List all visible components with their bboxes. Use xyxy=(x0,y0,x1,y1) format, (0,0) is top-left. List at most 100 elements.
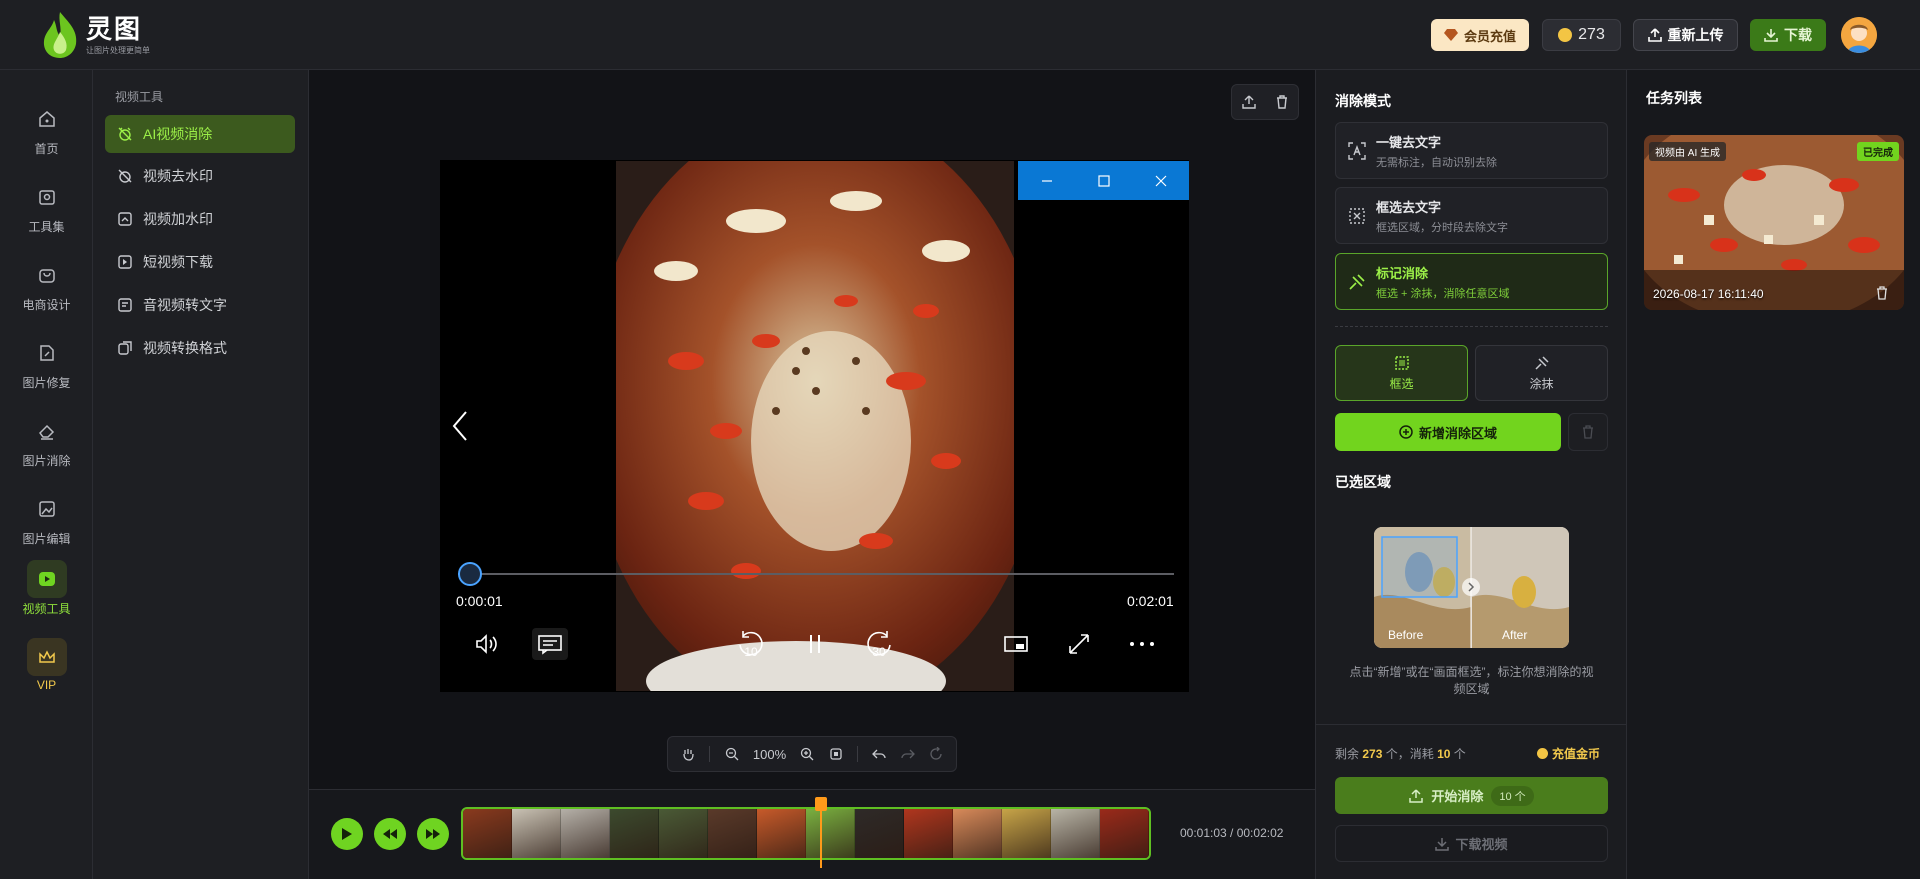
timeline-frame xyxy=(1002,809,1051,858)
coin-usage: 剩余 273 个，消耗 10 个 xyxy=(1335,747,1466,761)
subnav-item-ai-video-erase[interactable]: AI视频消除 xyxy=(105,115,295,153)
playhead-handle[interactable] xyxy=(815,797,827,811)
timeline-frame xyxy=(1051,809,1100,858)
user-avatar[interactable] xyxy=(1841,17,1877,53)
hand-icon[interactable] xyxy=(681,747,695,761)
region-hint: 点击“新增”或在“画面框选”，标注你想消除的视频区域 xyxy=(1349,665,1594,696)
captions-icon[interactable] xyxy=(532,628,568,660)
coin-icon xyxy=(1558,28,1573,42)
toolbox-icon xyxy=(27,178,67,216)
status-badge: 已完成 xyxy=(1857,142,1899,161)
cost-pill: 10 个 xyxy=(1491,785,1534,806)
task-thumbnail xyxy=(1644,135,1904,310)
seek-handle[interactable] xyxy=(457,562,482,586)
timeline-strip[interactable] xyxy=(461,807,1151,860)
rewind-button[interactable] xyxy=(374,818,406,850)
recharge-coins-link[interactable]: 充值金币 xyxy=(1537,745,1600,762)
vip-recharge-button[interactable]: 会员充值 xyxy=(1431,19,1529,51)
minimize-icon[interactable] xyxy=(1018,161,1075,200)
close-icon[interactable] xyxy=(1132,161,1189,200)
upload-icon[interactable] xyxy=(1241,95,1256,109)
mode-auto-text-remove[interactable]: 一键去文字 无需标注，自动识别去除 xyxy=(1335,122,1608,179)
rail-item-video-tools[interactable]: 视频工具 xyxy=(0,560,93,624)
fullscreen-icon[interactable] xyxy=(1061,628,1097,660)
subnav-item-speech-to-text[interactable]: 音视频转文字 xyxy=(105,286,295,324)
svg-text:30: 30 xyxy=(872,645,886,659)
volume-icon[interactable] xyxy=(469,628,505,660)
trash-icon[interactable] xyxy=(1874,285,1890,301)
skip-forward-icon[interactable]: 30 xyxy=(861,628,897,660)
coin-balance[interactable]: 273 xyxy=(1542,19,1621,51)
rail-item-vip[interactable]: VIP xyxy=(0,638,93,702)
mode-box-text-remove[interactable]: 框选去文字 框选区域，分时段去除文字 xyxy=(1335,187,1608,244)
subnav-item-video-remove-watermark[interactable]: 视频去水印 xyxy=(105,157,295,195)
canvas-tool-group xyxy=(1231,84,1299,120)
undo-icon[interactable] xyxy=(872,747,886,761)
skip-back-icon[interactable]: 10 xyxy=(733,628,769,660)
before-label: Before xyxy=(1388,628,1424,642)
reset-icon[interactable] xyxy=(929,747,943,761)
subnav-item-short-video-download[interactable]: 短视频下载 xyxy=(105,243,295,281)
rail-item-home[interactable]: 首页 xyxy=(0,100,93,164)
coin-count: 273 xyxy=(1578,26,1605,43)
image-edit-icon xyxy=(27,490,67,528)
download-video-button[interactable]: 下载视频 xyxy=(1335,825,1608,862)
start-erase-button[interactable]: 开始消除 10 个 xyxy=(1335,777,1608,814)
picture-in-picture-icon[interactable] xyxy=(998,628,1034,660)
timeline-time: 00:01:03 / 00:02:02 xyxy=(1180,826,1284,840)
timeline-frame xyxy=(561,809,610,858)
remaining-coins: 273 xyxy=(1362,747,1383,761)
add-erase-region-button[interactable]: 新增消除区域 xyxy=(1335,413,1561,451)
rail-item-ecommerce[interactable]: 电商设计 xyxy=(0,256,93,320)
speech-to-text-icon xyxy=(118,298,132,312)
play-button[interactable] xyxy=(331,818,363,850)
eraser-icon xyxy=(27,412,67,450)
reupload-button[interactable]: 重新上传 xyxy=(1633,19,1738,51)
zoom-level: 100% xyxy=(752,746,787,762)
seek-bar[interactable] xyxy=(458,573,1174,575)
rail-item-image-erase[interactable]: 图片消除 xyxy=(0,412,93,476)
more-options-icon[interactable] xyxy=(1124,628,1160,660)
svg-text:10: 10 xyxy=(744,645,758,659)
maximize-icon[interactable] xyxy=(1075,161,1132,200)
delete-region-button[interactable] xyxy=(1568,413,1608,451)
rail-item-image-edit[interactable]: 图片编辑 xyxy=(0,490,93,554)
box-text-icon xyxy=(1349,207,1365,224)
after-label: After xyxy=(1502,628,1528,642)
trash-icon[interactable] xyxy=(1275,95,1289,109)
mark-erase-icon xyxy=(1349,273,1365,290)
top-header: 灵图 让图片处理更简单 会员充值 273 重新上传 下载 xyxy=(0,0,1920,70)
coin-icon xyxy=(1537,748,1548,759)
rail-item-toolbox[interactable]: 工具集 xyxy=(0,178,93,242)
watermark-remove-icon xyxy=(118,169,132,183)
timeline-frame xyxy=(953,809,1002,858)
upload-icon xyxy=(1647,28,1662,42)
flame-logo-icon xyxy=(43,12,77,58)
app-logo[interactable]: 灵图 让图片处理更简单 xyxy=(38,10,150,60)
subnav-item-video-add-watermark[interactable]: 视频加水印 xyxy=(105,200,295,238)
crown-icon xyxy=(26,638,67,676)
diamond-icon xyxy=(1443,29,1458,41)
task-item[interactable] xyxy=(1644,135,1904,310)
subnav-item-format-convert[interactable]: 视频转换格式 xyxy=(105,329,295,367)
panel-divider xyxy=(1316,724,1627,725)
timeline-frame xyxy=(610,809,659,858)
chevron-left-icon[interactable] xyxy=(448,408,472,444)
pause-icon[interactable] xyxy=(797,628,833,660)
fit-screen-icon[interactable] xyxy=(829,747,843,761)
tool-box-select[interactable]: 框选 xyxy=(1335,345,1468,401)
video-icon xyxy=(26,560,67,598)
download-button[interactable]: 下载 xyxy=(1750,19,1826,51)
timeline-frame xyxy=(659,809,708,858)
home-icon xyxy=(27,100,67,138)
task-list-title: 任务列表 xyxy=(1646,90,1702,106)
mode-mark-erase[interactable]: 标记消除 框选 + 涂抹，消除任意区域 xyxy=(1335,253,1608,310)
redo-icon[interactable] xyxy=(900,747,915,761)
zoom-in-icon[interactable] xyxy=(800,747,814,761)
tool-brush[interactable]: 涂抹 xyxy=(1475,345,1608,401)
zoom-out-icon[interactable] xyxy=(725,747,739,761)
rail-item-image-repair[interactable]: 图片修复 xyxy=(0,334,93,398)
fast-forward-button[interactable] xyxy=(417,818,449,850)
selected-region-title: 已选区域 xyxy=(1335,474,1391,490)
rewind-icon xyxy=(383,829,397,839)
